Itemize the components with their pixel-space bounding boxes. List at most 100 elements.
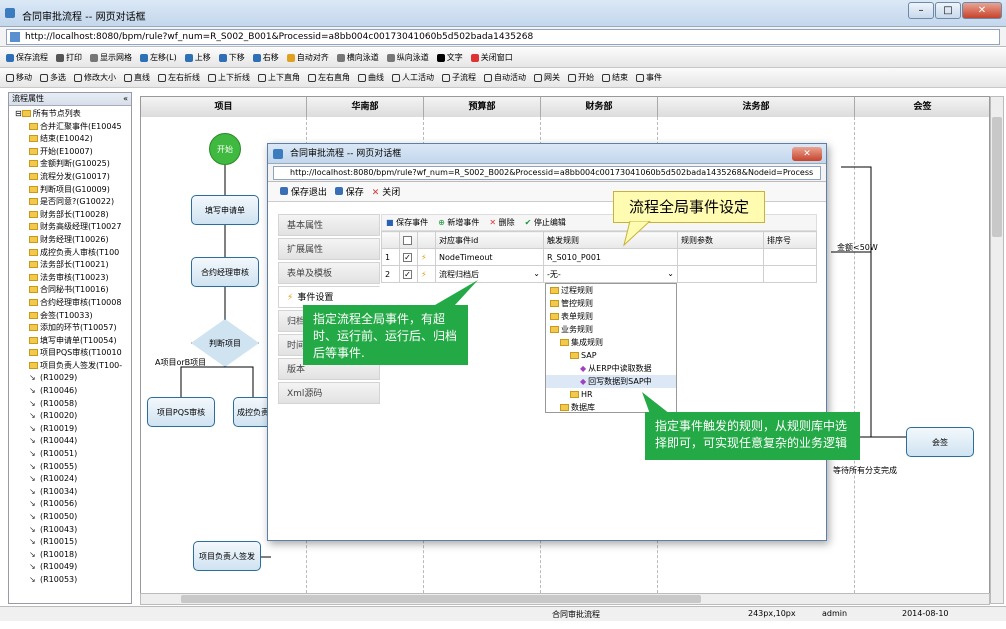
toolbar-button[interactable]: 显示网格: [90, 52, 132, 63]
flow-node-sign[interactable]: 项目负责人签发: [193, 541, 261, 571]
row-checkbox[interactable]: ✓: [403, 252, 412, 262]
tree-node[interactable]: 表单规则: [546, 310, 676, 323]
table-row[interactable]: 1 ✓ ⚡ NodeTimeout R_S010_P001: [381, 248, 817, 266]
tab-1[interactable]: 扩展属性: [278, 238, 380, 260]
route-list-item[interactable]: ↘ (R10046): [15, 385, 131, 398]
node-list-item[interactable]: 项目负责人签发(T100-: [15, 360, 131, 373]
rule-cell[interactable]: R_S010_P001: [543, 248, 678, 266]
save-exit-button[interactable]: 保存退出: [280, 185, 327, 198]
node-list-item[interactable]: 填写申请单(T10054): [15, 335, 131, 348]
dialog-url-field[interactable]: http://localhost:8080/bpm/rule?wf_num=R_…: [273, 166, 821, 180]
tool-button[interactable]: 人工活动: [392, 72, 434, 83]
tool-button[interactable]: 曲线: [358, 72, 384, 83]
route-list-item[interactable]: ↘ (R10034): [15, 486, 131, 499]
tab-2[interactable]: 表单及模板: [278, 262, 380, 284]
toolbar-button[interactable]: 文字: [436, 52, 463, 63]
tool-button[interactable]: 上下直角: [258, 72, 300, 83]
route-list-item[interactable]: ↘ (R10029): [15, 372, 131, 385]
route-list-item[interactable]: ↘ (R10020): [15, 410, 131, 423]
flow-node-huiqian[interactable]: 会签: [906, 427, 974, 457]
stop-edit-button[interactable]: ✔ 停止编辑: [525, 217, 566, 228]
toolbar-button[interactable]: 左移(L): [140, 52, 177, 63]
params-cell[interactable]: [677, 248, 764, 266]
save-button[interactable]: 保存: [334, 185, 364, 198]
route-list-item[interactable]: ↘ (R10015): [15, 536, 131, 549]
node-list-item[interactable]: 结束(E10042): [15, 133, 131, 146]
tree-node[interactable]: 过程规则: [546, 284, 676, 297]
route-list-item[interactable]: ↘ (R10055): [15, 461, 131, 474]
collapse-icon[interactable]: «: [123, 93, 128, 105]
toolbar-button[interactable]: 自动对齐: [286, 52, 329, 63]
edge[interactable]: [841, 166, 911, 438]
tab-0[interactable]: 基本属性: [278, 214, 380, 236]
toolbar-button[interactable]: 打印: [56, 52, 82, 63]
toolbar-button[interactable]: 右移: [252, 52, 279, 63]
tree-root[interactable]: ⊟ 所有节点列表: [15, 108, 131, 121]
node-list-item[interactable]: 法务审核(T10023): [15, 272, 131, 285]
tool-button[interactable]: 网关: [534, 72, 560, 83]
tree-node[interactable]: ◆ 从ERP中读取数据: [546, 362, 676, 375]
node-list-item[interactable]: 合同秘书(T10016): [15, 284, 131, 297]
node-list-item[interactable]: 成控负责人审核(T100: [15, 247, 131, 260]
node-list-item[interactable]: 会签(T10033): [15, 310, 131, 323]
route-list-item[interactable]: ↘ (R10018): [15, 549, 131, 562]
route-list-item[interactable]: ↘ (R10049): [15, 561, 131, 574]
flow-node-pqs[interactable]: 项目PQS审核: [147, 397, 215, 427]
rule-select[interactable]: -无- ⌄: [543, 265, 678, 283]
col-rule-params[interactable]: 规则参数: [677, 231, 764, 249]
route-list-item[interactable]: ↘ (R10044): [15, 435, 131, 448]
save-event-button[interactable]: ■ 保存事件: [386, 217, 428, 228]
tool-button[interactable]: 事件: [636, 72, 662, 83]
node-list-item[interactable]: 判断项目(G10009): [15, 184, 131, 197]
toolbar-button[interactable]: 纵向泳道: [386, 52, 429, 63]
tool-button[interactable]: 子流程: [442, 72, 476, 83]
toolbar-button[interactable]: 保存流程: [6, 52, 48, 63]
delete-button[interactable]: ✕ 删除: [489, 217, 514, 228]
col-event-id[interactable]: 对应事件id: [435, 231, 544, 249]
node-list-item[interactable]: 是否同意?(G10022): [15, 196, 131, 209]
horizontal-scrollbar[interactable]: [140, 593, 990, 605]
tool-button[interactable]: 上下折线: [208, 72, 250, 83]
tool-button[interactable]: 多选: [40, 72, 66, 83]
route-list-item[interactable]: ↘ (R10019): [15, 423, 131, 436]
route-list-item[interactable]: ↘ (R10051): [15, 448, 131, 461]
toolbar-button[interactable]: 横向泳道: [336, 52, 379, 63]
toolbar-button[interactable]: 上移: [184, 52, 211, 63]
tree-node[interactable]: 管控规则: [546, 297, 676, 310]
node-list-item[interactable]: 项目PQS审核(T10010: [15, 347, 131, 360]
event-id-cell[interactable]: NodeTimeout: [435, 248, 544, 266]
scroll-thumb[interactable]: [992, 117, 1002, 237]
route-list-item[interactable]: ↘ (R10050): [15, 511, 131, 524]
tree-node[interactable]: SAP: [546, 349, 676, 362]
node-list-item[interactable]: 添加的环节(T10057): [15, 322, 131, 335]
tree-node[interactable]: 集成规则: [546, 336, 676, 349]
node-list-item[interactable]: 金额判断(G10025): [15, 158, 131, 171]
node-list-item[interactable]: 合并汇聚事件(E10045: [15, 121, 131, 134]
edge[interactable]: [225, 366, 254, 397]
tool-button[interactable]: 左右直角: [308, 72, 350, 83]
tool-button[interactable]: 自动活动: [484, 72, 526, 83]
add-event-button[interactable]: ⊕ 新增事件: [438, 217, 479, 228]
route-list-item[interactable]: ↘ (R10043): [15, 524, 131, 537]
url-field[interactable]: http://localhost:8080/bpm/rule?wf_num=R_…: [6, 29, 1000, 45]
params-cell[interactable]: [677, 265, 764, 283]
edge[interactable]: [180, 366, 225, 397]
tool-button[interactable]: 直线: [124, 72, 150, 83]
dialog-close-link[interactable]: ✕ 关闭: [372, 185, 400, 198]
tool-button[interactable]: 修改大小: [74, 72, 116, 83]
route-list-item[interactable]: ↘ (R10056): [15, 498, 131, 511]
tree-node[interactable]: ◆ 回写数据到SAP中: [546, 375, 676, 388]
node-list-item[interactable]: 流程分发(G10017): [15, 171, 131, 184]
col-order[interactable]: 排序号: [763, 231, 817, 249]
node-list-item[interactable]: 开始(E10007): [15, 146, 131, 159]
row-checkbox[interactable]: ✓: [403, 269, 412, 279]
minimize-button[interactable]: –: [908, 2, 934, 19]
select-all-checkbox[interactable]: [403, 235, 412, 245]
close-button[interactable]: ✕: [962, 2, 1002, 19]
vertical-scrollbar[interactable]: [990, 96, 1004, 604]
tool-button[interactable]: 开始: [568, 72, 594, 83]
toolbar-button[interactable]: 关闭窗口: [470, 52, 513, 63]
node-list-item[interactable]: 财务部长(T10028): [15, 209, 131, 222]
node-list-item[interactable]: 财务高级经理(T10027: [15, 221, 131, 234]
toolbar-button[interactable]: 下移: [218, 52, 245, 63]
